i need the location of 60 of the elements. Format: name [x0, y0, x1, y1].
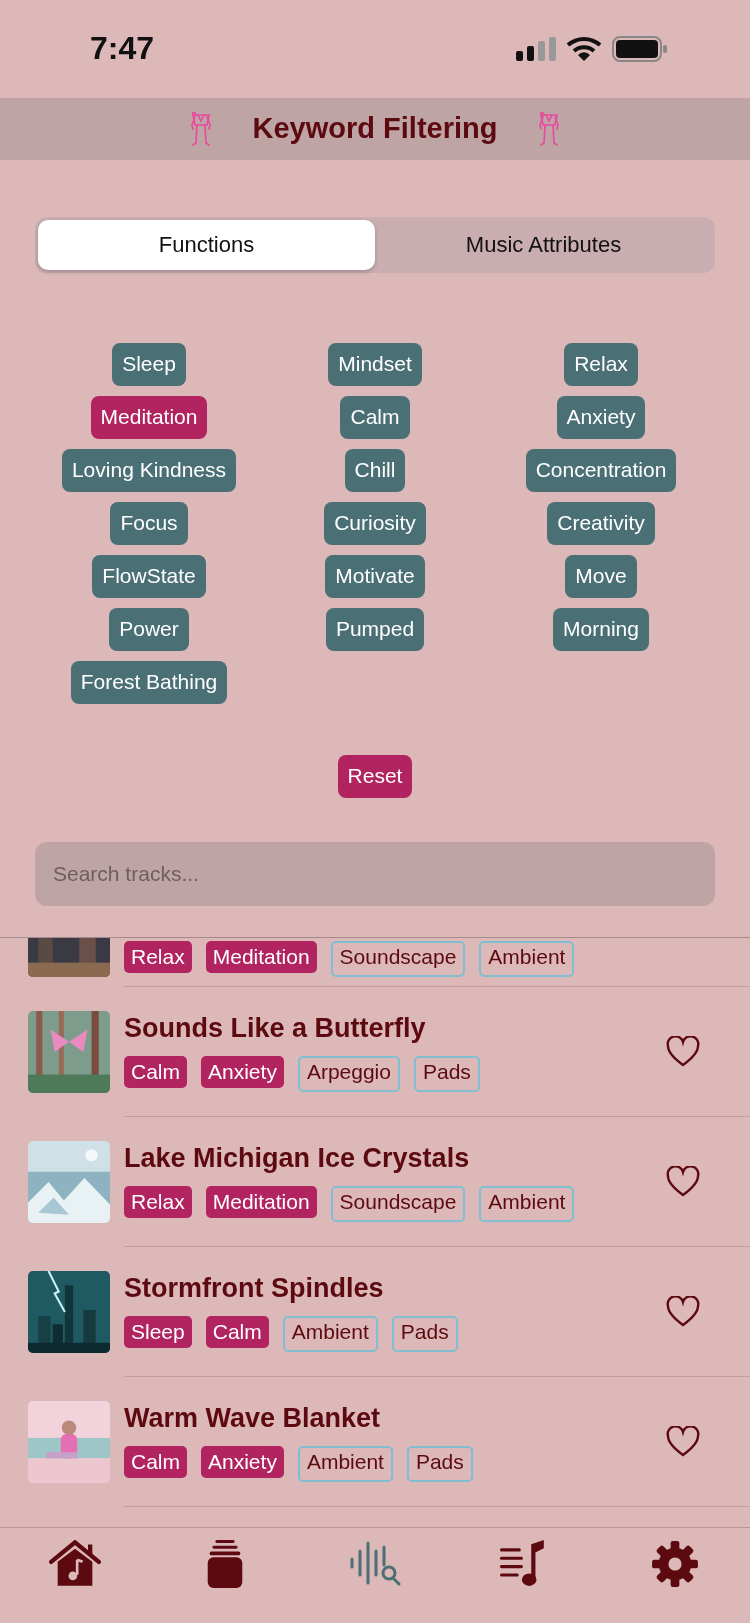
heart-icon[interactable] [666, 1166, 700, 1198]
attribute-tag: Ambient [282, 1315, 378, 1352]
function-tag: Calm [205, 1315, 269, 1348]
keyword-chip[interactable]: Mindset [328, 342, 422, 386]
keyword-chip[interactable]: Morning [553, 607, 649, 651]
keyword-chip[interactable]: Loving Kindness [61, 448, 237, 492]
function-tag: Calm [124, 1445, 187, 1478]
keyword-chip[interactable]: Chill [344, 448, 406, 492]
attribute-tag: Ambient [479, 1185, 575, 1222]
keyword-chip[interactable]: Move [565, 554, 637, 598]
keyword-chip[interactable]: Creativity [547, 501, 655, 545]
function-tag: Relax [124, 940, 192, 973]
attribute-tag: Soundscape [330, 1185, 466, 1222]
settings-icon[interactable] [649, 1540, 701, 1589]
keyword-chip[interactable]: Meditation [90, 395, 208, 439]
track-title: Warm Wave Blanket [124, 1402, 382, 1434]
function-tag: Meditation [205, 1185, 317, 1218]
segment-tab[interactable]: Music Attributes [375, 219, 712, 270]
segment-tab[interactable]: Functions [38, 219, 375, 270]
heart-icon[interactable] [666, 1426, 700, 1458]
attribute-tag: Pads [406, 1445, 473, 1482]
keyword-chip[interactable]: Concentration [525, 448, 677, 492]
attribute-tag: Ambient [297, 1445, 393, 1482]
keyword-chip[interactable]: Relax [564, 342, 638, 386]
function-tag: Sleep [124, 1315, 192, 1348]
keyword-chip[interactable]: FlowState [92, 554, 206, 598]
track-title: Sounds Like a Butterfly [124, 1012, 427, 1044]
wifi-icon [566, 35, 602, 62]
battery-icon [612, 35, 668, 62]
heart-icon[interactable] [666, 1296, 700, 1328]
attribute-tag: Ambient [479, 940, 575, 977]
function-tag: Relax [124, 1185, 192, 1218]
keyword-chip[interactable]: Focus [110, 501, 188, 545]
figure-icon [188, 110, 213, 147]
search-field[interactable]: Search tracks... [35, 841, 715, 906]
attribute-tag: Pads [391, 1315, 458, 1352]
function-tag: Calm [124, 1055, 187, 1088]
keyword-chip[interactable]: Sleep [112, 342, 186, 386]
attribute-tag: Arpeggio [297, 1055, 400, 1092]
function-tag: Anxiety [201, 1055, 284, 1088]
keyword-chip[interactable]: Calm [340, 395, 410, 439]
attribute-tag: Pads [413, 1055, 480, 1092]
keyword-chip[interactable]: Pumped [325, 607, 425, 651]
home-icon[interactable] [49, 1540, 101, 1589]
signal-icon [516, 36, 556, 61]
status-time: 7:47 [90, 30, 155, 68]
function-tag: Anxiety [201, 1445, 284, 1478]
function-tag: Meditation [205, 940, 317, 973]
attribute-tag: Soundscape [330, 940, 466, 977]
keyword-chip[interactable]: Curiosity [324, 501, 426, 545]
keyword-chip[interactable]: Power [109, 607, 189, 651]
keyword-chip[interactable]: Anxiety [556, 395, 646, 439]
keyword-chip[interactable]: Forest Bathing [70, 660, 228, 704]
track-title: Stormfront Spindles [124, 1272, 385, 1304]
page-title: Keyword Filtering [252, 112, 498, 146]
heart-icon[interactable] [666, 1036, 700, 1068]
keyword-chip[interactable]: Motivate [325, 554, 425, 598]
reset-button[interactable]: Reset [337, 754, 413, 798]
figure-icon [537, 110, 562, 147]
track-title: Lake Michigan Ice Crystals [124, 1142, 471, 1174]
